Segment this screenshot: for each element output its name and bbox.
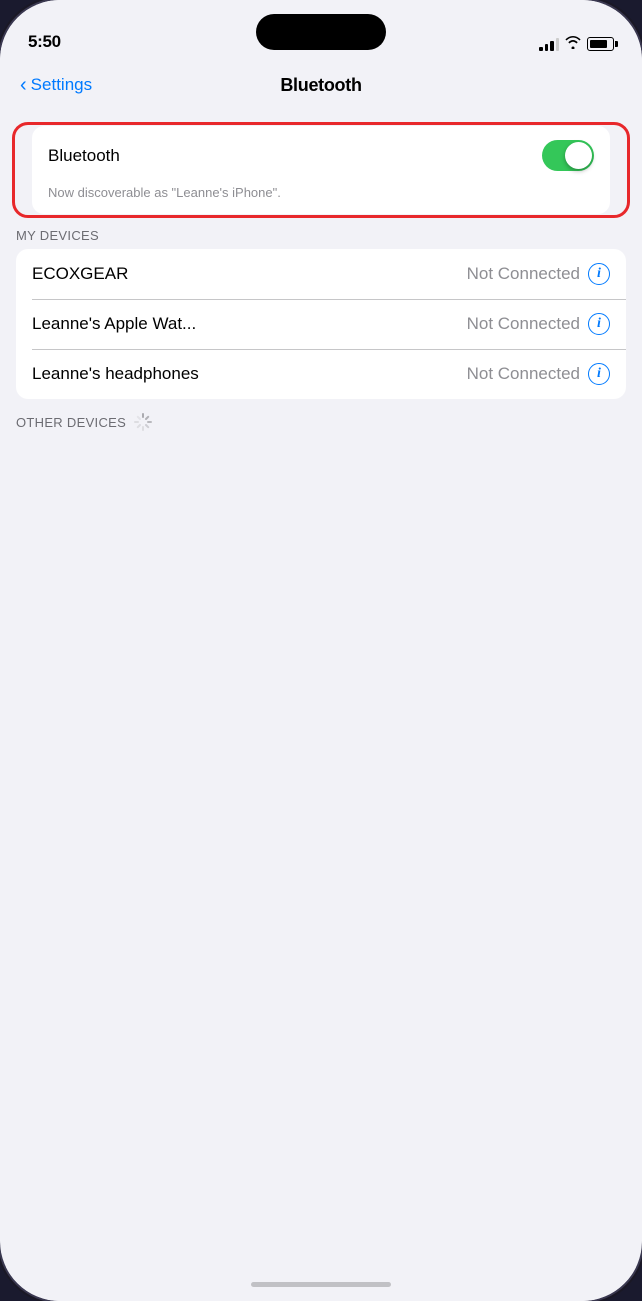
signal-bar-4 [556, 38, 560, 51]
toggle-knob [565, 142, 592, 169]
status-icons [539, 36, 614, 52]
signal-bar-1 [539, 47, 543, 51]
bluetooth-label: Bluetooth [48, 146, 120, 166]
info-button[interactable]: i [588, 313, 610, 335]
screen: 5:50 [0, 0, 642, 1301]
battery-icon [587, 37, 614, 51]
info-button[interactable]: i [588, 263, 610, 285]
signal-bars-icon [539, 37, 559, 51]
other-devices-section-header: OTHER DEVICES [0, 399, 642, 437]
bluetooth-section: Bluetooth Now discoverable as "Leanne's … [32, 126, 610, 214]
battery-fill [590, 40, 607, 48]
device-name: Leanne's Apple Wat... [32, 314, 467, 334]
status-bar: 5:50 [0, 0, 642, 60]
back-button[interactable]: ‹ Settings [20, 75, 92, 95]
home-bar [251, 1282, 391, 1287]
page-title: Bluetooth [280, 75, 361, 96]
device-status-group: Not Connected i [467, 363, 610, 385]
device-status: Not Connected [467, 314, 580, 334]
signal-bar-2 [545, 44, 549, 51]
status-time: 5:50 [28, 32, 61, 52]
bluetooth-toggle-row: Bluetooth [32, 126, 610, 185]
phone-frame: 5:50 [0, 0, 642, 1301]
device-name: Leanne's headphones [32, 364, 467, 384]
device-row[interactable]: Leanne's Apple Wat... Not Connected i [16, 299, 626, 349]
device-row[interactable]: Leanne's headphones Not Connected i [16, 349, 626, 399]
loading-spinner [134, 413, 152, 431]
dynamic-island [256, 14, 386, 50]
home-indicator [0, 1267, 642, 1301]
back-label[interactable]: Settings [31, 75, 92, 95]
bluetooth-toggle[interactable] [542, 140, 594, 171]
other-devices-label: OTHER DEVICES [16, 415, 126, 430]
device-status-group: Not Connected i [467, 263, 610, 285]
signal-bar-3 [550, 41, 554, 51]
chevron-left-icon: ‹ [20, 75, 27, 95]
bluetooth-highlight-container: Bluetooth Now discoverable as "Leanne's … [16, 126, 626, 214]
device-status: Not Connected [467, 264, 580, 284]
main-content: Bluetooth Now discoverable as "Leanne's … [0, 110, 642, 1267]
device-name: ECOXGEAR [32, 264, 467, 284]
my-devices-header: MY DEVICES [0, 214, 642, 249]
device-row[interactable]: ECOXGEAR Not Connected i [16, 249, 626, 299]
nav-bar: ‹ Settings Bluetooth [0, 60, 642, 110]
battery-body [587, 37, 614, 51]
info-button[interactable]: i [588, 363, 610, 385]
device-status-group: Not Connected i [467, 313, 610, 335]
wifi-icon [565, 36, 581, 52]
devices-list: ECOXGEAR Not Connected i Leanne's Apple … [16, 249, 626, 399]
device-status: Not Connected [467, 364, 580, 384]
discoverable-text: Now discoverable as "Leanne's iPhone". [32, 185, 610, 214]
